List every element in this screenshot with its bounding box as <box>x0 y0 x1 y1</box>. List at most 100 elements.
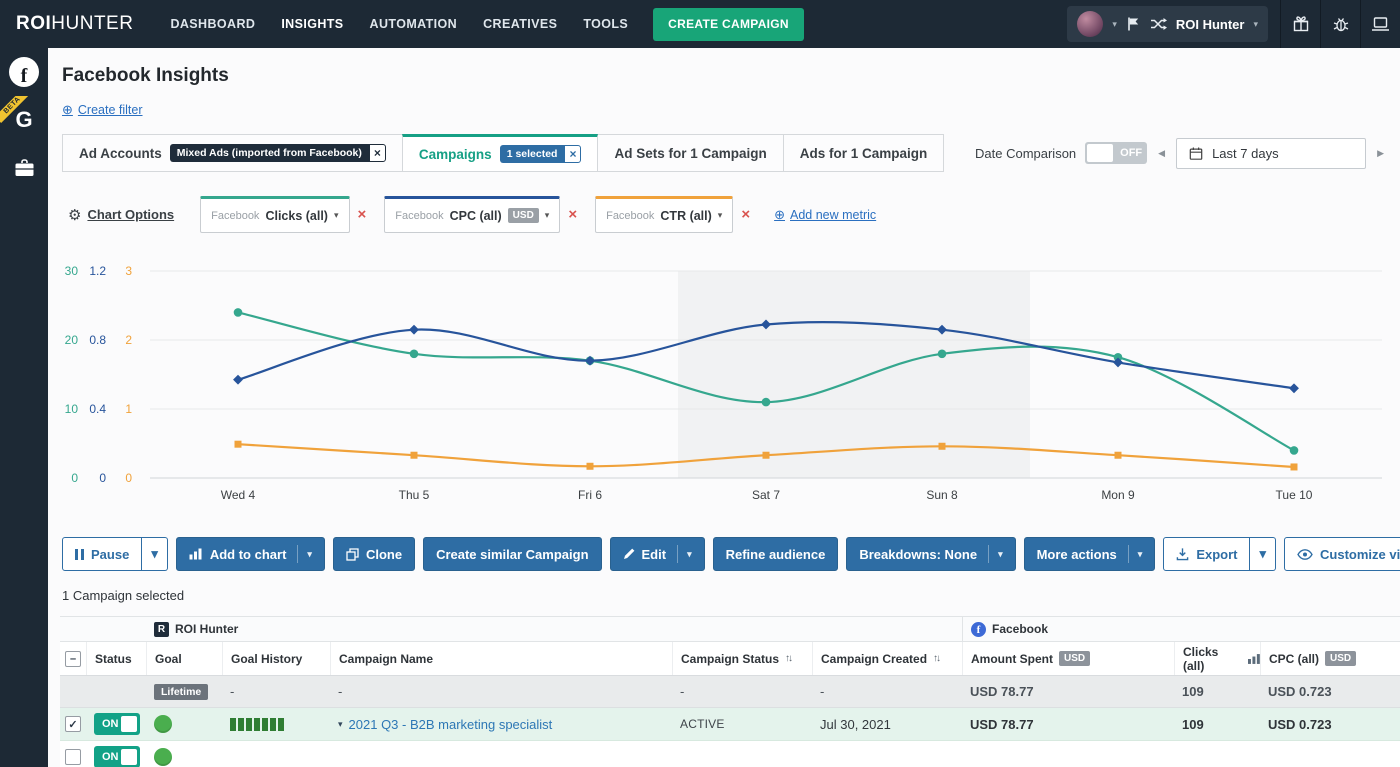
select-all-checkbox[interactable]: – <box>65 650 81 667</box>
selection-count-text: 1 Campaign selected <box>62 588 185 603</box>
sidebar-item-business[interactable] <box>0 144 48 192</box>
table-row[interactable]: ON <box>60 741 1400 767</box>
export-button[interactable]: Export <box>1163 537 1251 571</box>
app-logo[interactable]: ROIHUNTER <box>0 13 157 35</box>
view-actions: Export ▾ Customize view ▾ <box>1163 537 1400 571</box>
briefcase-icon <box>15 158 33 176</box>
refine-audience-button[interactable]: Refine audience <box>712 537 839 571</box>
column-header-campaign-status[interactable]: Campaign Status ↑↓ <box>672 642 812 675</box>
create-similar-campaign-button[interactable]: Create similar Campaign <box>423 537 602 571</box>
account-caret-icon[interactable]: ▾ <box>1253 19 1258 30</box>
breakdowns-button[interactable]: Breakdowns: None ▾ <box>846 537 1016 571</box>
date-range-picker[interactable]: Last 7 days <box>1176 137 1367 169</box>
svg-text:0: 0 <box>71 471 78 485</box>
chevron-down-icon: ▾ <box>998 548 1003 559</box>
avatar-caret-icon[interactable]: ▾ <box>1112 19 1117 30</box>
chevron-down-icon: ▾ <box>307 548 312 559</box>
tab-ad-accounts[interactable]: Ad Accounts Mixed Ads (imported from Fac… <box>62 134 403 172</box>
metric-selector-ctr[interactable]: Facebook CTR (all) ▾ <box>595 196 734 233</box>
table-row[interactable]: ✓ ON ▾ 2021 Q3 - B2B marketing specialis… <box>60 708 1400 741</box>
column-header-amount-spent[interactable]: Amount Spent USD <box>962 642 1174 675</box>
metric-selector-clicks[interactable]: Facebook Clicks (all) ▾ <box>200 196 350 233</box>
svg-text:Thu 5: Thu 5 <box>399 488 430 502</box>
pause-dropdown-button[interactable]: ▾ <box>142 537 168 571</box>
column-header-campaign-name[interactable]: Campaign Name <box>330 642 672 675</box>
column-header-goal-history[interactable]: Goal History <box>222 642 330 675</box>
expand-caret-icon[interactable]: ▾ <box>338 719 343 730</box>
nav-item-tools[interactable]: TOOLS <box>570 0 641 48</box>
pause-icon <box>75 548 84 560</box>
column-header-goal[interactable]: Goal <box>146 642 222 675</box>
bug-report-icon[interactable] <box>1320 0 1360 48</box>
remove-metric-ctr-button[interactable]: × <box>741 206 750 223</box>
sort-icon: ↑↓ <box>785 653 793 664</box>
nav-item-automation[interactable]: AUTOMATION <box>357 0 471 48</box>
bulk-actions-toolbar: Pause ▾ Add to chart ▾ Clone Create simi… <box>62 537 1400 571</box>
shuffle-icon[interactable] <box>1150 17 1167 31</box>
campaign-name-link[interactable]: 2021 Q3 - B2B marketing specialist <box>349 717 553 732</box>
group-roi-hunter: R ROI Hunter <box>146 617 962 641</box>
svg-text:10: 10 <box>65 402 79 416</box>
create-campaign-button[interactable]: CREATE CAMPAIGN <box>653 7 804 41</box>
edit-button[interactable]: Edit ▾ <box>609 537 705 571</box>
tab-campaigns[interactable]: Campaigns 1 selected × <box>401 134 599 172</box>
tab-ad-sets[interactable]: Ad Sets for 1 Campaign <box>597 134 784 172</box>
date-next-button[interactable]: ▶ <box>1375 146 1386 161</box>
insights-tab-bar: Ad Accounts Mixed Ads (imported from Fac… <box>62 134 1386 172</box>
customize-view-button[interactable]: Customize view <box>1284 537 1400 571</box>
tab-label: Ad Accounts <box>79 145 162 161</box>
campaign-status-toggle[interactable]: ON <box>94 746 140 767</box>
help-center-icon[interactable] <box>1360 0 1400 48</box>
channel-sidebar: f BETA G <box>0 48 48 767</box>
gift-icon[interactable] <box>1280 0 1320 48</box>
pause-button[interactable]: Pause <box>62 537 143 571</box>
chevron-down-icon: ▾ <box>544 210 550 220</box>
facebook-icon: f <box>971 621 986 637</box>
summary-clicks: 109 <box>1182 684 1204 699</box>
nav-item-insights[interactable]: INSIGHTS <box>268 0 356 48</box>
add-new-metric-link[interactable]: ⊕ Add new metric <box>774 207 876 223</box>
flag-icon[interactable] <box>1126 16 1141 32</box>
customize-view-split-button: Customize view ▾ <box>1284 537 1400 571</box>
account-switcher: ▾ ROI Hunter ▾ <box>1067 6 1268 42</box>
pause-split-button: Pause ▾ <box>62 537 168 571</box>
svg-text:0: 0 <box>125 471 132 485</box>
more-actions-button[interactable]: More actions ▾ <box>1023 537 1156 571</box>
row-checkbox[interactable] <box>65 749 81 765</box>
goal-icon <box>154 715 172 733</box>
column-header-campaign-created[interactable]: Campaign Created ↑↓ <box>812 642 962 675</box>
date-prev-button[interactable]: ◀ <box>1156 146 1167 161</box>
row-checkbox[interactable]: ✓ <box>65 716 81 732</box>
metric-selector-cpc[interactable]: Facebook CPC (all) USD ▾ <box>384 196 561 233</box>
sidebar-item-google[interactable]: BETA G <box>0 96 48 144</box>
clone-button[interactable]: Clone <box>332 537 416 571</box>
nav-item-creatives[interactable]: CREATIVES <box>470 0 570 48</box>
add-to-chart-button[interactable]: Add to chart ▾ <box>175 537 325 571</box>
create-filter-link[interactable]: ⊕ Create filter <box>62 102 143 118</box>
account-name[interactable]: ROI Hunter <box>1176 17 1245 32</box>
nav-item-dashboard[interactable]: DASHBOARD <box>157 0 268 48</box>
tab-label: Ad Sets for 1 Campaign <box>614 145 767 161</box>
tab-label: Campaigns <box>418 146 492 162</box>
chart-options-link[interactable]: ⚙ Chart Options <box>68 206 174 224</box>
clear-selection-button[interactable]: × <box>564 145 582 163</box>
cpc-value: USD 0.723 <box>1268 716 1332 732</box>
column-header-clicks[interactable]: Clicks (all) <box>1174 642 1260 675</box>
tab-label: Ads for 1 Campaign <box>799 145 928 161</box>
column-header-status[interactable]: Status <box>86 642 146 675</box>
sidebar-item-facebook[interactable]: f <box>0 48 48 96</box>
date-range-label: Last 7 days <box>1212 145 1279 161</box>
clear-ad-account-filter-button[interactable]: × <box>368 144 386 162</box>
campaign-status-toggle[interactable]: ON <box>94 713 140 735</box>
svg-text:2: 2 <box>125 333 132 347</box>
date-comparison-toggle[interactable]: OFF <box>1085 142 1148 164</box>
column-header-cpc[interactable]: CPC (all) USD <box>1260 642 1400 675</box>
svg-text:Fri 6: Fri 6 <box>578 488 602 502</box>
remove-metric-clicks-button[interactable]: × <box>358 206 367 223</box>
remove-metric-cpc-button[interactable]: × <box>568 206 577 223</box>
campaign-created-value: Jul 30, 2021 <box>820 716 891 732</box>
tab-ads[interactable]: Ads for 1 Campaign <box>782 134 945 172</box>
topbar-right: ▾ ROI Hunter ▾ <box>1067 0 1400 48</box>
avatar[interactable] <box>1077 11 1104 37</box>
export-dropdown-button[interactable]: ▾ <box>1250 537 1277 571</box>
